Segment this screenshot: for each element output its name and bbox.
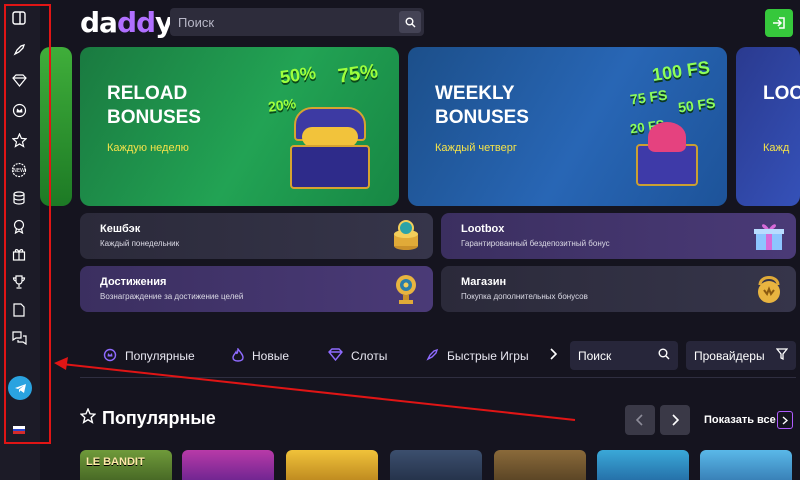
lootbox-gift-icon — [752, 218, 786, 254]
show-all-link[interactable]: Показать все — [704, 414, 776, 426]
sidebar: NEW — [0, 0, 40, 480]
card-title: Кешбэк — [100, 223, 141, 235]
providers-filter[interactable]: Провайдеры — [686, 341, 796, 370]
game-tile[interactable]: LE BANDIT — [80, 450, 172, 480]
gift-box-icon — [636, 122, 698, 186]
carousel-prev-button[interactable] — [625, 405, 655, 435]
banner-subtitle: Каждый четверг — [435, 142, 517, 154]
banner-weekly-bonuses[interactable]: WEEKLY BONUSES Каждый четверг 100 FS 75 … — [408, 47, 727, 206]
crown-coin-icon[interactable] — [9, 100, 29, 120]
banner-number: 50 FS — [677, 94, 717, 116]
section-title-text: Популярные — [102, 408, 216, 428]
target-trophy-icon — [389, 271, 423, 307]
category-fast-games[interactable]: Быстрые Игры — [425, 343, 529, 369]
card-shop[interactable]: Магазин Покупка дополнительных бонусов — [441, 266, 796, 312]
category-label: Популярные — [125, 349, 195, 363]
trophy-icon[interactable] — [9, 272, 29, 292]
category-new[interactable]: Новые — [232, 343, 289, 369]
card-subtitle: Покупка дополнительных бонусов — [461, 292, 588, 301]
banner-title: WEEKLY BONUSES — [435, 83, 529, 128]
rocket-icon — [425, 348, 439, 365]
rocket-icon[interactable] — [9, 40, 29, 60]
banner-previous-peek[interactable] — [40, 47, 72, 206]
banner-number: 50% — [278, 62, 318, 88]
award-icon[interactable] — [9, 216, 29, 236]
chat-icon[interactable] — [9, 328, 29, 348]
daddy-logo[interactable]: daddy — [80, 6, 173, 39]
header-search[interactable] — [170, 8, 424, 36]
game-title: LE BANDIT — [86, 456, 145, 468]
diamond-icon — [328, 348, 343, 364]
banner-number: 75 FS — [629, 86, 669, 108]
login-icon — [773, 17, 785, 29]
svg-text:NEW: NEW — [13, 168, 25, 174]
header-search-input[interactable] — [170, 14, 399, 30]
chevron-right-icon — [672, 414, 679, 426]
card-lootbox[interactable]: Lootbox Гарантированный бездепозитный бо… — [441, 213, 796, 259]
banner-title: LOO — [763, 83, 800, 104]
divider — [80, 377, 796, 378]
show-all-button[interactable] — [777, 411, 793, 429]
star-icon[interactable] — [9, 130, 29, 150]
category-popular[interactable]: Популярные — [103, 343, 195, 369]
gift-icon[interactable] — [9, 244, 29, 264]
coin-stack-icon — [389, 218, 423, 254]
game-tile[interactable] — [494, 450, 586, 480]
chevron-right-icon — [782, 415, 788, 425]
filter-icon — [775, 348, 789, 363]
banner-number: 100 FS — [650, 57, 712, 85]
games-search-field[interactable]: Поиск — [570, 341, 678, 370]
category-label: Слоты — [351, 349, 388, 363]
shop-basket-icon — [752, 271, 786, 307]
card-cashback[interactable]: Кешбэк Каждый понедельник — [80, 213, 433, 259]
game-tile[interactable] — [597, 450, 689, 480]
new-badge-icon[interactable]: NEW — [9, 160, 29, 180]
search-icon[interactable] — [399, 11, 421, 33]
section-title: Популярные — [79, 407, 216, 429]
carousel-next-button[interactable] — [660, 405, 690, 435]
card-achievements[interactable]: Достижения Вознаграждение за достижение … — [80, 266, 433, 312]
collapse-sidebar-icon[interactable] — [9, 8, 29, 28]
card-title: Магазин — [461, 276, 507, 288]
card-title: Lootbox — [461, 223, 505, 235]
flame-icon — [232, 346, 244, 365]
banner-title: RELOAD BONUSES — [107, 83, 201, 128]
search-icon — [658, 348, 670, 363]
category-slots[interactable]: Слоты — [328, 343, 387, 369]
card-subtitle: Гарантированный бездепозитный бонус — [461, 239, 610, 248]
category-label: Новые — [252, 349, 290, 363]
star-icon — [79, 407, 97, 429]
games-search-label: Поиск — [578, 348, 612, 363]
telegram-icon[interactable] — [8, 376, 32, 400]
coins-stack-icon[interactable] — [9, 188, 29, 208]
game-tile[interactable] — [286, 450, 378, 480]
banner-reload-bonuses[interactable]: RELOAD BONUSES Каждую неделю 50% 75% 20% — [80, 47, 399, 206]
game-tile[interactable] — [700, 450, 792, 480]
banner-next-peek[interactable]: LOO Кажд — [736, 47, 800, 206]
providers-label: Провайдеры — [694, 348, 765, 363]
card-subtitle: Вознаграждение за достижение целей — [100, 292, 244, 301]
document-icon[interactable] — [9, 300, 29, 320]
chevron-left-icon — [636, 414, 643, 426]
chevron-right-icon[interactable] — [549, 348, 558, 363]
diamond-icon[interactable] — [9, 70, 29, 90]
login-button[interactable] — [765, 9, 793, 37]
game-tile[interactable] — [182, 450, 274, 480]
card-title: Достижения — [100, 276, 167, 288]
banner-subtitle: Кажд — [763, 142, 790, 154]
russian-flag-icon[interactable] — [13, 426, 25, 435]
banner-subtitle: Каждую неделю — [107, 142, 189, 154]
popular-icon — [103, 348, 117, 365]
treasure-chest-icon — [290, 107, 370, 189]
game-tile[interactable] — [390, 450, 482, 480]
banner-number: 75% — [336, 60, 380, 88]
card-subtitle: Каждый понедельник — [100, 239, 180, 248]
category-label: Быстрые Игры — [447, 349, 529, 363]
